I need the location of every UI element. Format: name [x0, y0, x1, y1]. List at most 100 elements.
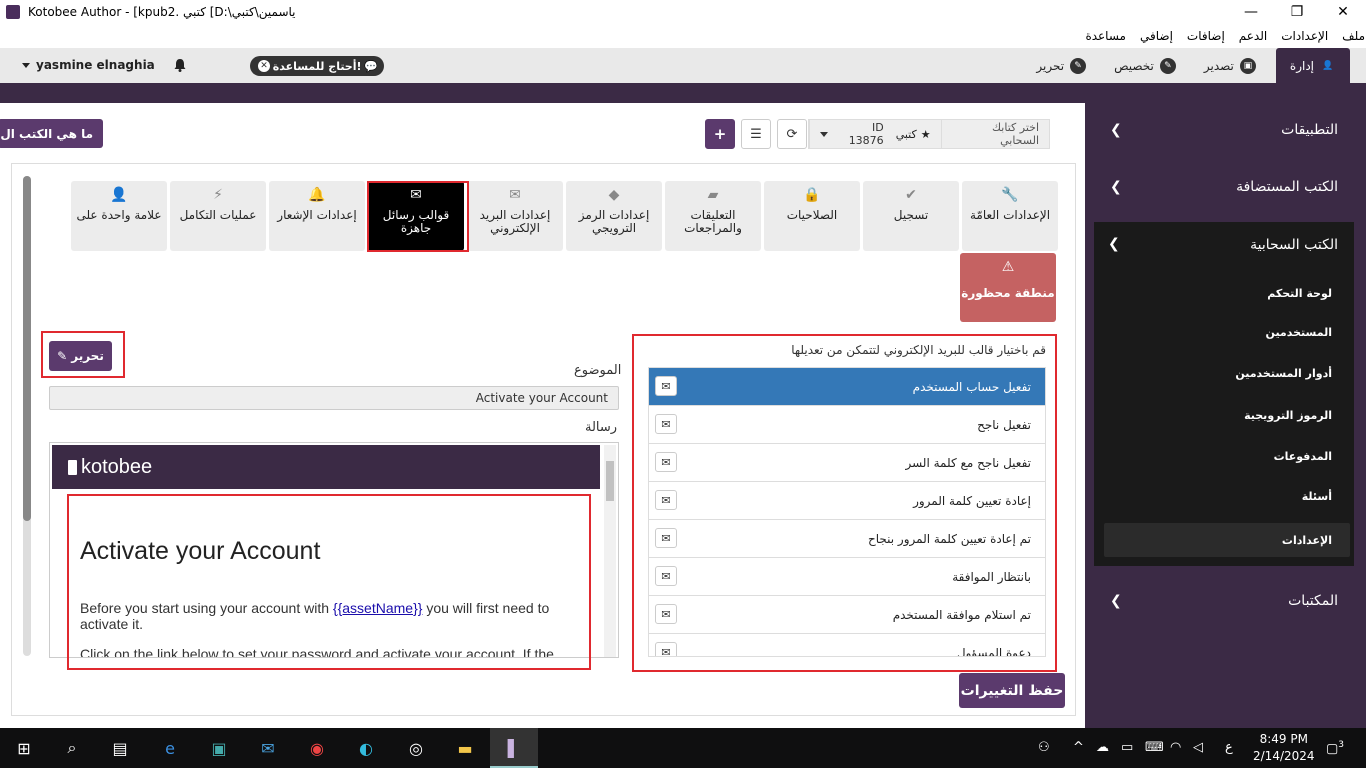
template-item[interactable]: دعوة المسؤول ✉	[649, 634, 1045, 656]
title-bar: Kotobee Author - [kpub2. كتبي [D:\ياسمين…	[0, 0, 1366, 24]
category-promo-settings[interactable]: ◆ إعدادات الرمز الترويجي	[566, 181, 662, 251]
pencil-icon: ✎	[1070, 57, 1087, 74]
people-icon[interactable]: ⚇	[1038, 740, 1050, 755]
sidebar-item-libraries[interactable]: المكتبات ❯	[1094, 579, 1366, 623]
notification-icon[interactable]: ▢3	[1326, 740, 1344, 756]
menu-addons[interactable]: إضافات	[1180, 29, 1232, 43]
book-name: كتبي	[895, 127, 917, 141]
template-item[interactable]: تفعيل حساب المستخدم ✉	[649, 368, 1045, 406]
edge-legacy-icon[interactable]: e	[156, 734, 184, 762]
tab-label: تصدير	[1203, 58, 1234, 73]
menu-extra[interactable]: إضافي	[1133, 29, 1180, 43]
category-email-settings[interactable]: ✉ إعدادات البريد الإلكتروني	[467, 181, 563, 251]
what-is-cloud-books-button[interactable]: ⓘ ما هي الكتب ال	[0, 119, 103, 148]
category-notification-settings[interactable]: 🔔 إعدادات الإشعار	[269, 181, 365, 251]
template-item[interactable]: تفعيل ناجح ✉	[649, 406, 1045, 444]
edit-button[interactable]: ✎ تحرير	[49, 341, 112, 371]
template-item[interactable]: تم إعادة تعيين كلمة المرور بنجاح ✉	[649, 520, 1045, 558]
menu-settings[interactable]: الإعدادات	[1274, 29, 1335, 43]
refresh-icon[interactable]: ⟳	[777, 119, 807, 149]
sidebar-sub-settings[interactable]: الإعدادات	[1104, 523, 1350, 557]
menu-help[interactable]: مساعدة	[1078, 29, 1133, 43]
category-integrations[interactable]: ⚡ عمليات التكامل	[170, 181, 266, 251]
close-button[interactable]: ✕	[1320, 0, 1366, 24]
template-list-header: قم باختيار قالب للبريد الإلكتروني لتتمكن…	[791, 343, 1046, 357]
category-single-sign-on[interactable]: 👤 علامة واحدة على	[71, 181, 167, 251]
preview-banner: kotobee	[52, 445, 600, 489]
kotobee-logo-icon	[68, 459, 77, 475]
maximize-button[interactable]: ❐	[1274, 0, 1320, 24]
sidebar-sub-user-roles[interactable]: أدوار المستخدمين	[1235, 367, 1332, 380]
tab-edit[interactable]: ✎ تحرير	[1022, 48, 1100, 83]
vertical-scrollbar[interactable]	[23, 176, 31, 656]
tab-export[interactable]: ▣ تصدير	[1190, 48, 1270, 83]
input-language[interactable]: ع	[1225, 740, 1233, 755]
preview-scrollbar[interactable]	[604, 445, 616, 657]
template-item[interactable]: تفعيل ناجح مع كلمة السر ✉	[649, 444, 1045, 482]
tab-manage[interactable]: 👤 إدارة	[1275, 48, 1350, 83]
edge-icon[interactable]: ◐	[352, 734, 380, 762]
sidebar-sub-users[interactable]: المستخدمين	[1266, 326, 1332, 339]
file-explorer-icon[interactable]: ▬	[451, 734, 479, 762]
category-label: الإعدادات العامّة	[969, 208, 1051, 222]
sidebar-sub-questions[interactable]: أسئلة	[1302, 490, 1332, 503]
category-comments-reviews[interactable]: ▰ التعليقات والمراجعات	[665, 181, 761, 251]
battery-icon[interactable]: ▭	[1121, 740, 1133, 755]
wrench-icon: 🔧	[1001, 187, 1019, 203]
template-item[interactable]: بانتظار الموافقة ✉	[649, 558, 1045, 596]
template-label: تفعيل حساب المستخدم	[912, 379, 1031, 394]
subject-field[interactable]: Activate your Account	[49, 386, 619, 410]
clock[interactable]: 8:49 PM 2/14/2024	[1253, 731, 1315, 765]
task-view-icon[interactable]: ▤	[106, 734, 134, 762]
sidebar-item-apps[interactable]: التطبيقات ❯	[1094, 108, 1366, 152]
sidebar-sub-dashboard[interactable]: لوحة التحكم	[1267, 287, 1332, 300]
mail-icon[interactable]: ✉	[254, 734, 282, 762]
close-help-icon[interactable]: ✕	[258, 60, 270, 72]
sidebar-sub-payments[interactable]: المدفوعات	[1274, 450, 1332, 463]
bell-icon[interactable]	[174, 58, 186, 72]
store-icon[interactable]: ▣	[205, 734, 233, 762]
menu-file[interactable]: ملف	[1335, 29, 1365, 43]
subject-label: الموضوع	[574, 363, 622, 378]
chevron-up-icon[interactable]: ^	[1073, 740, 1084, 755]
category-danger-zone[interactable]: ⚠ منطقة محظورة	[960, 253, 1056, 322]
cloud-icon[interactable]: ☁	[1096, 740, 1109, 755]
selected-book[interactable]: ★ كتبي ID 13876	[809, 120, 941, 148]
search-icon[interactable]: ⌕	[58, 734, 86, 762]
minimize-button[interactable]: —	[1228, 0, 1274, 24]
volume-icon[interactable]: ◁	[1193, 740, 1203, 755]
wifi-icon[interactable]: ◠	[1170, 740, 1181, 755]
template-item[interactable]: تم استلام موافقة المستخدم ✉	[649, 596, 1045, 634]
menu-icon[interactable]: ☰	[741, 119, 771, 149]
window-title: Kotobee Author - [kpub2. كتبي [D:\ياسمين…	[28, 5, 296, 19]
taskbar: ⊞ ⌕ ▤ e ▣ ✉ ◉ ◐ ◎ ▬ ▌ ⚇ ^ ☁ ▭ ⌨ ◠ ◁ ع 8:…	[0, 728, 1366, 768]
sidebar-item-cloud-books[interactable]: الكتب السحابية	[1250, 237, 1338, 253]
keyboard-icon[interactable]: ⌨	[1145, 740, 1164, 755]
windows-start-icon[interactable]: ⊞	[10, 734, 38, 762]
category-registration[interactable]: ✔ تسجيل	[863, 181, 959, 251]
user-menu[interactable]: yasmine elnaghia	[22, 58, 155, 72]
sidebar-sub-promo-codes[interactable]: الرموز الترويجية	[1244, 409, 1332, 422]
tab-customize[interactable]: ✎ تخصيص	[1100, 48, 1190, 83]
bell-icon: 🔔	[308, 187, 326, 203]
sidebar-item-hosted-books[interactable]: الكتب المستضافة ❯	[1094, 165, 1366, 209]
book-selector[interactable]: اختر كتابك السحابي ★ كتبي ID 13876	[808, 119, 1050, 149]
category-general-settings[interactable]: 🔧 الإعدادات العامّة	[962, 181, 1058, 251]
menu-support[interactable]: الدعم	[1232, 29, 1274, 43]
category-permissions[interactable]: 🔒 الصلاحيات	[764, 181, 860, 251]
sidebar-cloud-books-panel: الكتب السحابية ❯ لوحة التحكم المستخدمين …	[1094, 222, 1354, 566]
help-button[interactable]: ✕ أحتاج للمساعدة! 💬	[250, 56, 384, 76]
brush-icon: ✎	[1159, 57, 1176, 74]
kotobee-taskbar-icon[interactable]: ▌	[500, 734, 528, 762]
add-book-button[interactable]: +	[705, 119, 735, 149]
export-icon: ▣	[1239, 57, 1256, 74]
mail-icon: ✉	[509, 187, 521, 203]
chrome-icon[interactable]: ◉	[303, 734, 331, 762]
template-label: تم استلام موافقة المستخدم	[892, 607, 1031, 622]
chevron-down-icon[interactable]: ❯	[1108, 236, 1120, 252]
template-item[interactable]: إعادة تعيين كلمة المرور ✉	[649, 482, 1045, 520]
save-changes-button[interactable]: حفظ التغييرات	[959, 673, 1065, 708]
kotobee-app-icon	[6, 5, 20, 19]
template-label: تفعيل ناجح	[977, 417, 1031, 432]
tool-app-icon[interactable]: ◎	[402, 734, 430, 762]
